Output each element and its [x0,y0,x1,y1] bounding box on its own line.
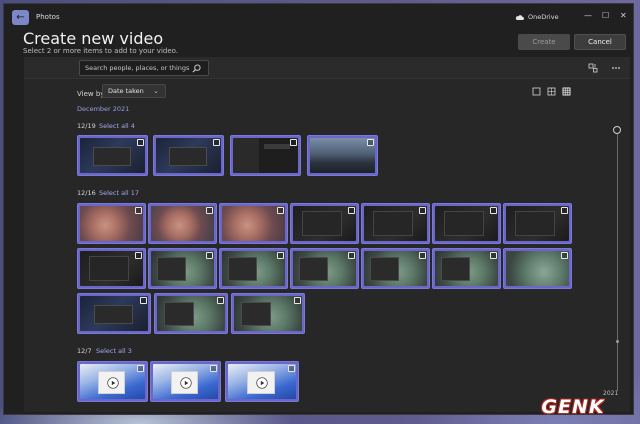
photo-thumbnail[interactable] [432,248,501,289]
video-thumbnail[interactable] [225,361,299,402]
select-all-link[interactable]: Select all 4 [99,122,135,130]
photo-picker-panel: View by: Date taken ⌄ December 2021 12/1… [24,57,630,412]
checkbox[interactable] [419,252,426,259]
play-icon [180,377,192,389]
photo-thumbnail[interactable] [148,248,217,289]
small-tiles-icon[interactable] [562,87,571,96]
photo-thumbnail[interactable] [77,135,148,176]
photo-thumbnail[interactable] [230,135,301,176]
photo-thumbnail[interactable] [148,203,217,244]
checkbox[interactable] [217,297,224,304]
checkbox[interactable] [294,297,301,304]
photo-thumbnail[interactable] [361,248,430,289]
group-date: 12/19 [77,122,96,130]
page-subtitle: Select 2 or more items to add to your vi… [23,47,179,55]
maximize-button[interactable]: ☐ [602,12,609,20]
view-by-dropdown[interactable]: Date taken ⌄ [102,84,166,98]
checkbox[interactable] [348,252,355,259]
checkbox[interactable] [348,207,355,214]
checkbox[interactable] [140,297,147,304]
video-thumbnail[interactable] [77,361,148,402]
photo-thumbnail[interactable] [77,203,146,244]
page-title: Create new video [23,29,164,48]
checkbox[interactable] [290,139,297,146]
photo-thumbnail[interactable] [219,248,288,289]
photo-thumbnail[interactable] [307,135,378,176]
photo-thumbnail[interactable] [290,203,359,244]
checkbox[interactable] [419,207,426,214]
large-tiles-icon[interactable] [532,87,541,96]
onedrive-label: OneDrive [528,13,559,21]
timeline-scroll-handle[interactable] [613,126,621,134]
checkbox[interactable] [135,252,142,259]
onedrive-status[interactable]: OneDrive [515,13,559,21]
photo-thumbnail[interactable] [361,203,430,244]
photo-thumbnail[interactable] [77,293,151,334]
checkbox[interactable] [206,252,213,259]
watermark-logo: GENK [541,396,605,418]
checkbox[interactable] [137,139,144,146]
photo-thumbnail[interactable] [503,248,572,289]
month-header: December 2021 [77,105,130,113]
timeline-marker [616,340,619,343]
group-date: 12/7 [77,347,92,355]
photo-thumbnail[interactable] [154,293,228,334]
checkbox[interactable] [561,252,568,259]
search-icon[interactable] [192,64,201,73]
photo-thumbnail[interactable] [153,135,224,176]
title-bar: ← Photos OneDrive — ☐ ✕ [4,4,633,30]
photo-thumbnail[interactable] [503,203,572,244]
cloud-icon [515,15,524,20]
app-name: Photos [36,13,60,21]
play-icon [107,377,119,389]
create-button[interactable]: Create [518,34,570,50]
checkbox[interactable] [137,365,144,372]
checkbox[interactable] [277,252,284,259]
more-options-icon[interactable] [611,63,621,73]
photos-window: ← Photos OneDrive — ☐ ✕ Create new video… [3,3,634,415]
photo-thumbnail[interactable] [77,248,146,289]
group-date: 12/16 [77,189,96,197]
photo-thumbnail[interactable] [290,248,359,289]
checkbox[interactable] [213,139,220,146]
search-input[interactable] [79,60,209,76]
checkbox[interactable] [288,365,295,372]
play-icon [256,377,268,389]
back-button[interactable]: ← [12,10,29,25]
back-arrow-icon: ← [16,11,25,23]
chevron-down-icon: ⌄ [153,87,159,95]
checkbox[interactable] [210,365,217,372]
checkbox[interactable] [206,207,213,214]
checkbox[interactable] [490,252,497,259]
view-by-value: Date taken [108,87,144,95]
checkbox[interactable] [367,139,374,146]
photo-thumbnail[interactable] [231,293,305,334]
select-all-link[interactable]: Select all 3 [96,347,132,355]
search-bar [24,57,630,79]
timeline-scrollbar[interactable] [617,129,618,391]
select-all-link[interactable]: Select all 17 [99,189,139,197]
medium-tiles-icon[interactable] [547,87,556,96]
photo-thumbnail[interactable] [219,203,288,244]
close-button[interactable]: ✕ [620,12,627,20]
minimize-button[interactable]: — [584,12,592,20]
import-icon[interactable] [588,63,598,73]
checkbox[interactable] [561,207,568,214]
photo-thumbnail[interactable] [432,203,501,244]
checkbox[interactable] [277,207,284,214]
cancel-button[interactable]: Cancel [574,34,626,50]
video-thumbnail[interactable] [150,361,221,402]
checkbox[interactable] [490,207,497,214]
checkbox[interactable] [135,207,142,214]
